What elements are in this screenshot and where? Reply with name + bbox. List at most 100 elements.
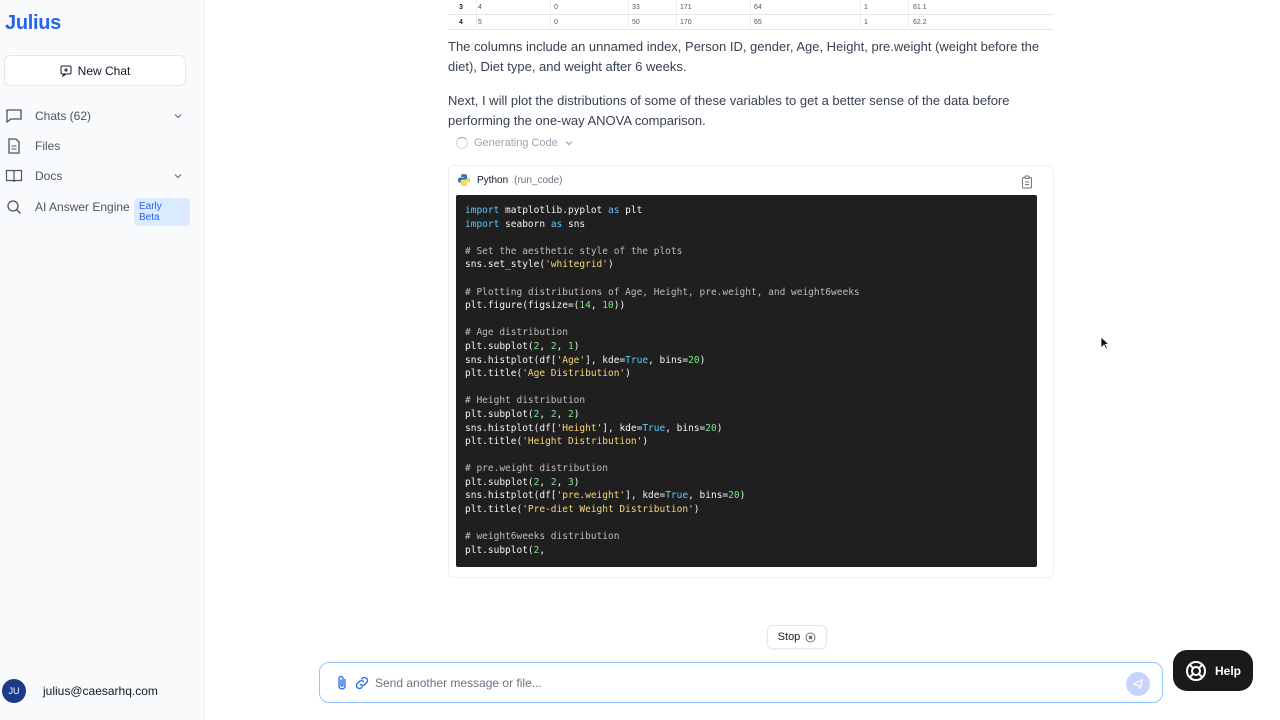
code-token: sns.set_style( <box>465 259 546 271</box>
new-chat-button[interactable]: New Chat <box>4 55 186 86</box>
generating-code-status[interactable]: Generating Code <box>456 137 574 149</box>
code-token: ) <box>716 422 723 434</box>
code-token: , <box>556 340 569 352</box>
code-token: matplotlib.pyplot <box>499 205 608 216</box>
code-token: ) <box>608 259 614 271</box>
table-row: 4 5 0 50 170 65 1 62.2 <box>448 15 1054 30</box>
assistant-message-text: The columns include an unnamed index, Pe… <box>448 39 1040 74</box>
user-email: julius@caesarhq.com <box>43 684 158 698</box>
code-line: plt.title('Pre-diet Weight Distribution'… <box>465 503 1028 517</box>
code-token: plt.title( <box>465 504 523 516</box>
code-token: # weight6weeks distribution <box>465 531 620 543</box>
code-token: sns.histplot(df[ <box>465 422 557 434</box>
code-token: , <box>539 340 551 352</box>
spinner-icon <box>456 137 468 149</box>
code-block-header: Python (run_code) <box>457 173 563 187</box>
code-line: # Age distribution <box>465 326 1028 340</box>
table-cell: 0 <box>554 4 558 11</box>
user-account[interactable]: JU julius@caesarhq.com <box>2 679 158 703</box>
code-token: 20 <box>705 422 717 434</box>
code-token: sns.histplot(df[ <box>465 490 557 502</box>
code-token: True <box>642 422 666 434</box>
code-token: , <box>556 408 569 420</box>
sidebar-item-ai-answer-engine[interactable]: AI Answer Engine Early Beta <box>0 195 190 226</box>
table-row: 3 4 0 33 171 64 1 61.1 <box>448 0 1054 15</box>
table-cell: 4 <box>459 19 463 26</box>
assistant-message-text: Next, I will plot the distributions of s… <box>448 93 1010 128</box>
paperclip-icon[interactable] <box>335 675 349 691</box>
code-line: # Set the aesthetic style of the plots <box>465 245 1028 259</box>
code-token: ) <box>642 436 649 448</box>
code-token: 20 <box>688 354 700 366</box>
table-cell: 3 <box>459 4 463 11</box>
code-line: sns.histplot(df['Age'], kde=True, bins=2… <box>465 354 1028 368</box>
mouse-cursor-icon <box>1100 336 1110 350</box>
code-line: sns.histplot(df['pre.weight'], kde=True,… <box>465 489 1028 503</box>
send-button[interactable] <box>1126 672 1150 696</box>
code-line: import seaborn as sns <box>465 218 1028 232</box>
code-token: as <box>550 218 563 230</box>
code-token: sns <box>562 218 586 230</box>
help-button[interactable]: Help <box>1173 650 1253 691</box>
lifebuoy-icon <box>1185 660 1206 681</box>
chat-icon <box>6 109 22 124</box>
sidebar-item-files[interactable]: Files <box>0 134 190 158</box>
sidebar-item-chats[interactable]: Chats (62) <box>0 104 190 128</box>
stop-button[interactable]: Stop <box>767 625 827 649</box>
table-cell: 65 <box>754 19 762 26</box>
code-token: # pre.weight distribution <box>465 463 608 475</box>
python-logo-icon <box>458 174 470 186</box>
code-token: plt.subplot( <box>465 408 534 420</box>
code-token: , <box>539 408 551 420</box>
code-line: sns.histplot(df['Height'], kde=True, bin… <box>465 422 1028 436</box>
code-line: import matplotlib.pyplot as plt <box>465 204 1028 218</box>
code-token: ) <box>573 408 580 420</box>
code-token: , bins= <box>688 490 729 502</box>
code-line: # pre.weight distribution <box>465 462 1028 476</box>
code-token: )) <box>613 300 626 312</box>
code-token: 'Pre-diet Weight Distribution' <box>522 504 694 516</box>
status-label: Generating Code <box>474 137 558 149</box>
table-cell: 5 <box>478 19 482 26</box>
code-token: ], kde= <box>585 354 626 366</box>
app-logo[interactable]: Julius <box>5 12 61 35</box>
code-token: sns.histplot(df[ <box>465 354 557 366</box>
sidebar-item-docs[interactable]: Docs <box>0 164 190 188</box>
code-line: plt.title('Height Distribution') <box>465 435 1028 449</box>
code-tool-label: (run_code) <box>514 174 563 186</box>
help-label: Help <box>1214 663 1241 678</box>
link-icon[interactable] <box>354 675 370 691</box>
book-icon <box>5 169 23 183</box>
code-line: plt.subplot(2, <box>465 544 1028 558</box>
code-token: plt.figure(figsize=( <box>465 300 580 312</box>
chevron-down-icon[interactable] <box>172 110 184 122</box>
code-token: 'Age' <box>556 354 586 366</box>
sidebar-item-label: AI Answer Engine <box>35 200 130 214</box>
stop-circle-icon <box>805 632 816 642</box>
message-input[interactable] <box>375 673 1075 693</box>
table-cell: 0 <box>554 19 558 26</box>
table-cell: 64 <box>754 4 762 11</box>
code-token: 14 <box>579 300 591 312</box>
stop-label: Stop <box>777 631 801 643</box>
code-token: 10 <box>602 300 614 312</box>
code-token: ) <box>573 476 580 488</box>
code-token: 'Height Distribution' <box>522 436 643 448</box>
chevron-down-icon[interactable] <box>172 170 184 182</box>
code-token: , bins= <box>665 422 706 434</box>
copy-icon[interactable] <box>1021 175 1033 189</box>
code-editor[interactable]: import matplotlib.pyplot as plt import se… <box>456 195 1037 567</box>
code-token: plt.subplot( <box>465 340 534 352</box>
code-token: # Age distribution <box>465 327 568 339</box>
code-block-card: Python (run_code) import matplotlib.pypl… <box>448 165 1054 578</box>
table-cell: 170 <box>680 19 692 26</box>
data-table-fragment: 3 4 0 33 171 64 1 61.1 4 5 0 50 170 65 1… <box>448 0 1054 30</box>
table-cell: 171 <box>680 4 692 11</box>
code-language-label: Python <box>477 174 509 186</box>
code-line: # weight6weeks distribution <box>465 530 1028 544</box>
code-token: ) <box>693 504 700 516</box>
code-token: ) <box>573 340 580 352</box>
